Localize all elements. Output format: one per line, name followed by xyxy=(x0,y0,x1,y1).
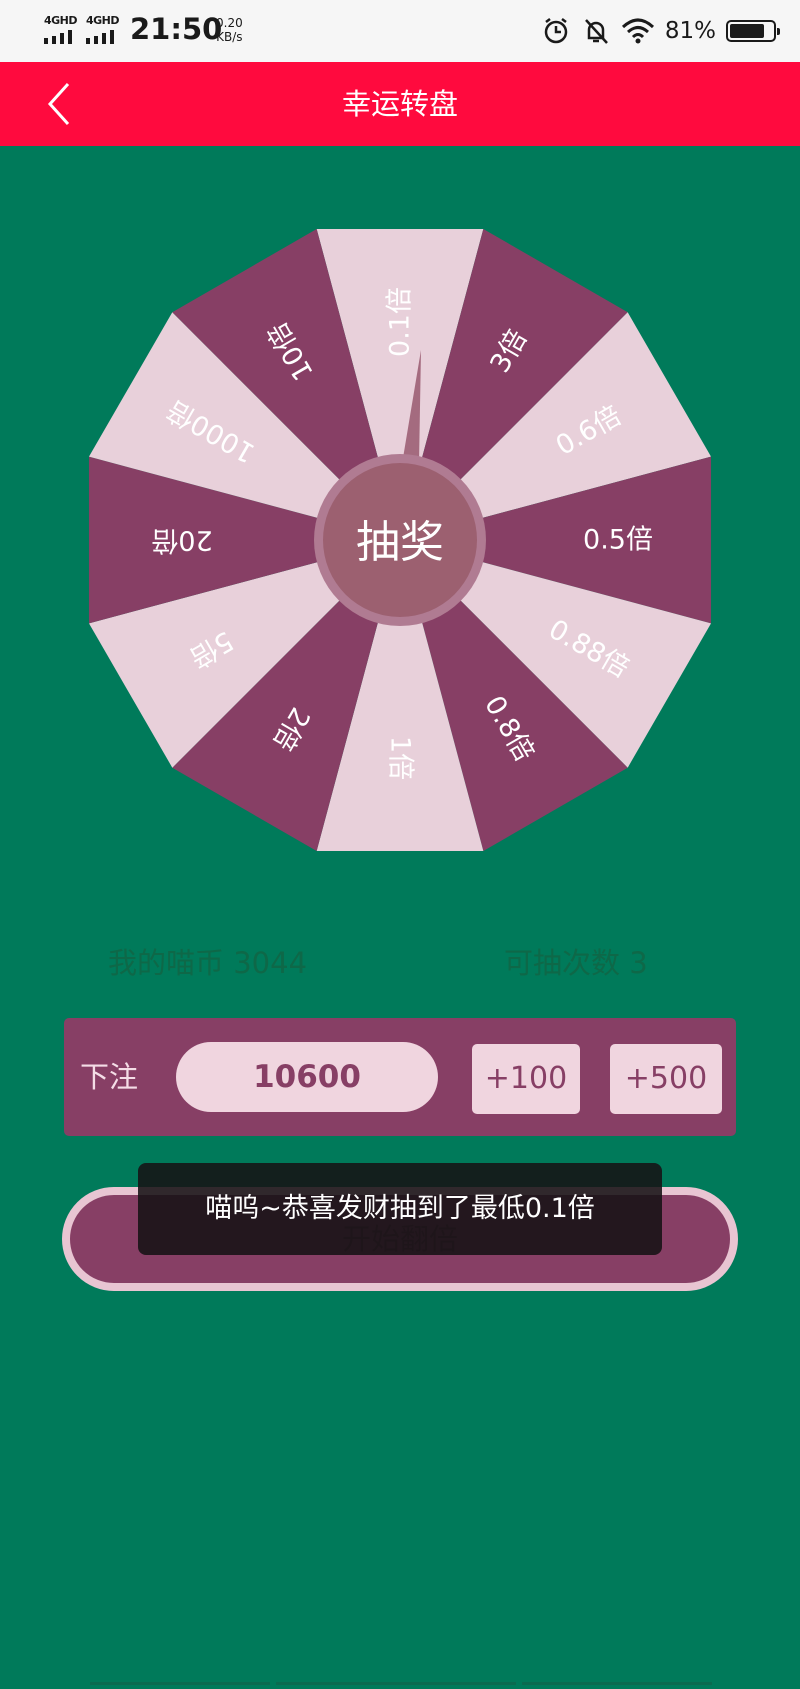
add-100-button[interactable]: +100 xyxy=(472,1044,580,1114)
battery-percent: 81% xyxy=(664,18,716,44)
battery-icon xyxy=(726,20,780,42)
nav-bar: 幸运转盘 xyxy=(0,62,800,146)
coin-balance: 我的喵币 3044 xyxy=(108,946,308,980)
prize-wheel: 0.1倍 3倍0.6倍0.5倍0.88倍0.8倍1倍2倍5倍20倍1000倍10倍… xyxy=(88,228,712,852)
speed-value: 0.20 xyxy=(216,16,243,30)
bottom-divider xyxy=(90,1682,712,1685)
speed-unit: KB/s xyxy=(216,30,243,44)
wifi-icon xyxy=(621,18,654,44)
alarm-icon xyxy=(544,18,568,44)
bet-amount-input[interactable]: 10600 xyxy=(176,1042,438,1112)
network-type-label: 4GHD xyxy=(44,14,78,27)
bet-panel: 下注 10600 +100 +500 xyxy=(64,1018,736,1136)
wheel-segment-label: 20倍 xyxy=(151,525,212,556)
mute-bell-icon xyxy=(584,19,608,44)
wheel-segment-label: 0.1倍 xyxy=(385,287,416,357)
signal-bars-icon xyxy=(86,30,114,44)
status-icons: 81% xyxy=(541,14,780,48)
clock: 21:50 xyxy=(130,12,223,46)
bet-label: 下注 xyxy=(80,1060,139,1094)
network-speed: 0.20 KB/s xyxy=(216,16,243,44)
spin-button-label: 抽奖 xyxy=(356,517,444,568)
wheel-segment-label: 0.5倍 xyxy=(583,525,653,556)
status-bar: 4GHD 4GHD 21:50 0.20 KB/s 81% xyxy=(0,0,800,62)
draw-count: 可抽次数 3 xyxy=(504,946,648,980)
toast-message: 喵呜~恭喜发财抽到了最低0.1倍 xyxy=(138,1163,662,1255)
battery-level xyxy=(730,24,765,38)
signal-bars-icon xyxy=(44,30,72,44)
add-500-button[interactable]: +500 xyxy=(610,1044,722,1114)
wheel-segment-label: 1倍 xyxy=(385,736,416,780)
page-title: 幸运转盘 xyxy=(341,87,458,121)
network-type-label: 4GHD xyxy=(86,14,120,27)
